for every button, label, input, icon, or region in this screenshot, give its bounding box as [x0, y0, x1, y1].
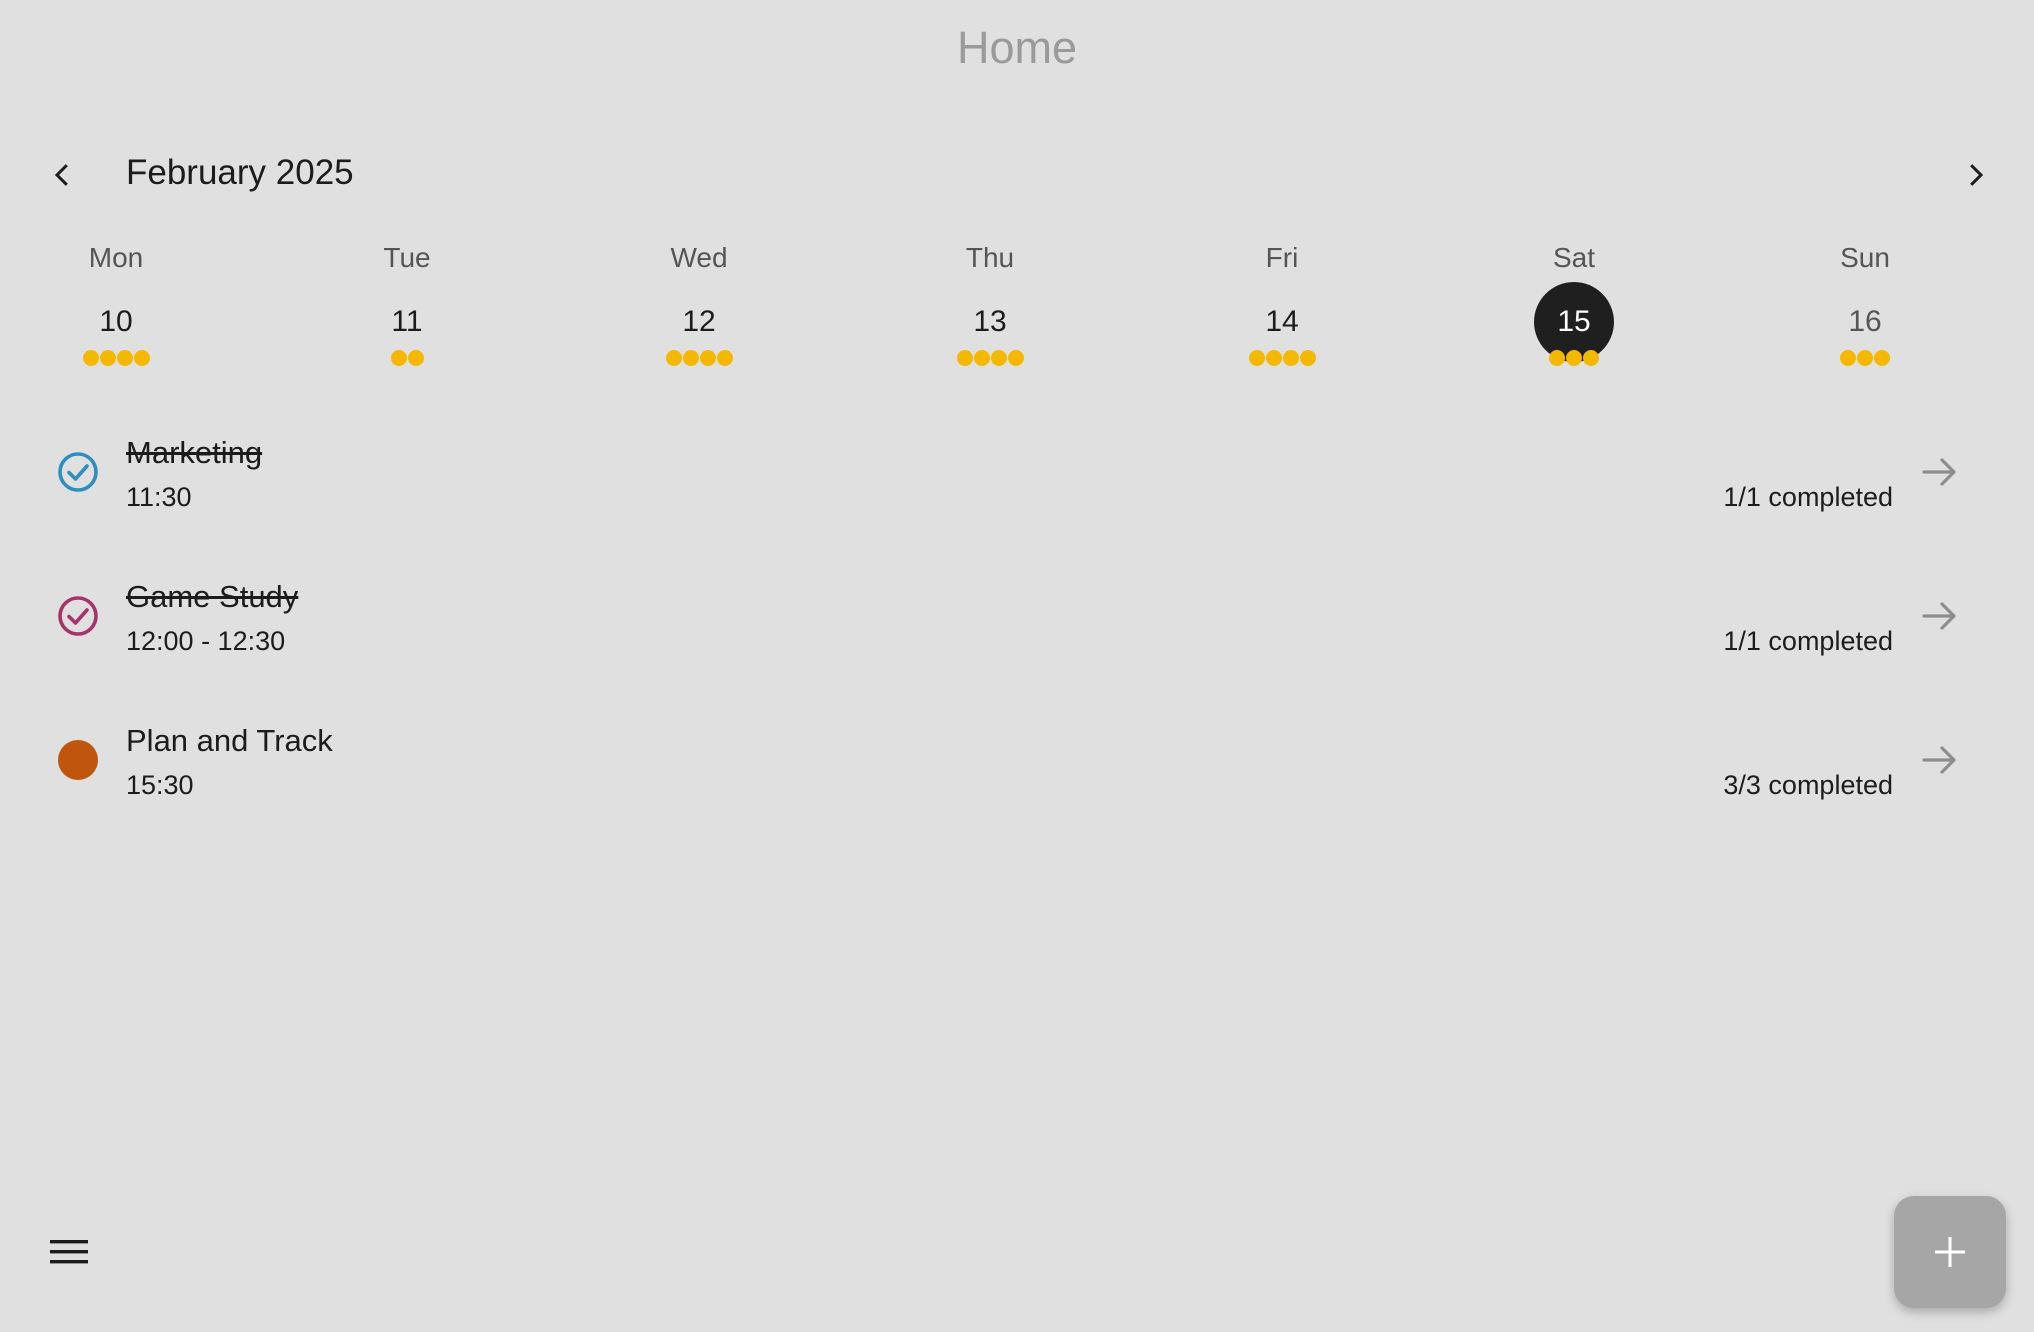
event-dot [682, 350, 699, 366]
event-dot [1007, 350, 1024, 366]
day-of-week-label: Fri [1265, 242, 1299, 273]
event-time: 12:00 - 12:30 [126, 626, 286, 656]
arrow-right-icon [1922, 746, 1956, 774]
day-fri[interactable]: Fri 14 [1207, 238, 1357, 378]
event-dot [1299, 350, 1316, 366]
event-dot [99, 350, 116, 366]
event-dots [624, 350, 774, 366]
event-title: Marketing [126, 435, 263, 470]
event-dot [716, 350, 733, 366]
day-of-week-label: Mon [88, 242, 144, 273]
check-circle-icon [58, 596, 98, 636]
chevron-right-icon [1970, 164, 1984, 186]
day-of-week-label: Tue [383, 242, 431, 273]
month-label: February 2025 [126, 153, 354, 192]
add-event-button[interactable] [1894, 1196, 2006, 1308]
day-of-week-label: Sat [1552, 242, 1596, 273]
event-dot [116, 350, 133, 366]
day-tue[interactable]: Tue 11 [332, 238, 482, 378]
day-of-week-label: Thu [965, 242, 1015, 273]
event-status[interactable] [54, 448, 102, 496]
hamburger-menu-icon [50, 1240, 88, 1264]
day-of-week-label: Wed [670, 242, 728, 273]
arrow-right-icon [1922, 458, 1956, 486]
event-dot [1282, 350, 1299, 366]
event-progress: 1/1 completed [1723, 626, 1893, 656]
event-row[interactable]: Plan and Track 15:30 3/3 completed [0, 698, 2034, 842]
event-dots [915, 350, 1065, 366]
event-time: 11:30 [126, 482, 192, 512]
event-title: Game Study [126, 579, 299, 614]
next-week-button[interactable] [1941, 140, 2011, 210]
event-dots [332, 350, 482, 366]
day-sat[interactable]: Sat 15 [1499, 238, 1649, 378]
menu-button[interactable] [40, 1232, 100, 1272]
event-dot [1583, 350, 1599, 366]
event-dot [82, 350, 99, 366]
event-dot [956, 350, 973, 366]
open-event-button[interactable] [1916, 448, 1964, 496]
arrow-right-icon [1922, 602, 1956, 630]
event-dot [407, 350, 424, 366]
event-status[interactable] [54, 592, 102, 640]
event-dot [1549, 350, 1565, 366]
event-dot [1248, 350, 1265, 366]
event-dot [1566, 350, 1582, 366]
event-dot [973, 350, 990, 366]
filled-circle-icon [58, 740, 98, 780]
event-dot [1265, 350, 1282, 366]
event-progress: 3/3 completed [1723, 770, 1893, 800]
day-mon[interactable]: Mon 10 [41, 238, 191, 378]
event-dots [1207, 350, 1357, 366]
open-event-button[interactable] [1916, 736, 1964, 784]
event-title: Plan and Track [126, 723, 333, 758]
event-dots [1499, 350, 1649, 366]
month-navigation: February 2025 [0, 140, 2034, 210]
open-event-button[interactable] [1916, 592, 1964, 640]
day-of-week-label: Sun [1840, 242, 1890, 273]
event-dot [1840, 350, 1856, 366]
event-dot [133, 350, 150, 366]
event-time: 15:30 [126, 770, 194, 800]
previous-week-button[interactable] [27, 140, 97, 210]
event-dot [390, 350, 407, 366]
plus-icon [1935, 1237, 1965, 1267]
event-dots [1790, 350, 1940, 366]
day-sun[interactable]: Sun 16 [1790, 238, 1940, 378]
event-progress: 1/1 completed [1723, 482, 1893, 512]
event-row[interactable]: Marketing 11:30 1/1 completed [0, 410, 2034, 554]
event-dots [41, 350, 191, 366]
chevron-left-icon [54, 164, 68, 186]
event-row[interactable]: Game Study 12:00 - 12:30 1/1 completed [0, 554, 2034, 698]
event-status[interactable] [54, 736, 102, 784]
event-dot [1874, 350, 1890, 366]
page-title: Home [956, 22, 1078, 73]
event-dot [1857, 350, 1873, 366]
event-dot [699, 350, 716, 366]
day-wed[interactable]: Wed 12 [624, 238, 774, 378]
check-circle-icon [58, 452, 98, 492]
event-dot [990, 350, 1007, 366]
day-thu[interactable]: Thu 13 [915, 238, 1065, 378]
event-dot [665, 350, 682, 366]
